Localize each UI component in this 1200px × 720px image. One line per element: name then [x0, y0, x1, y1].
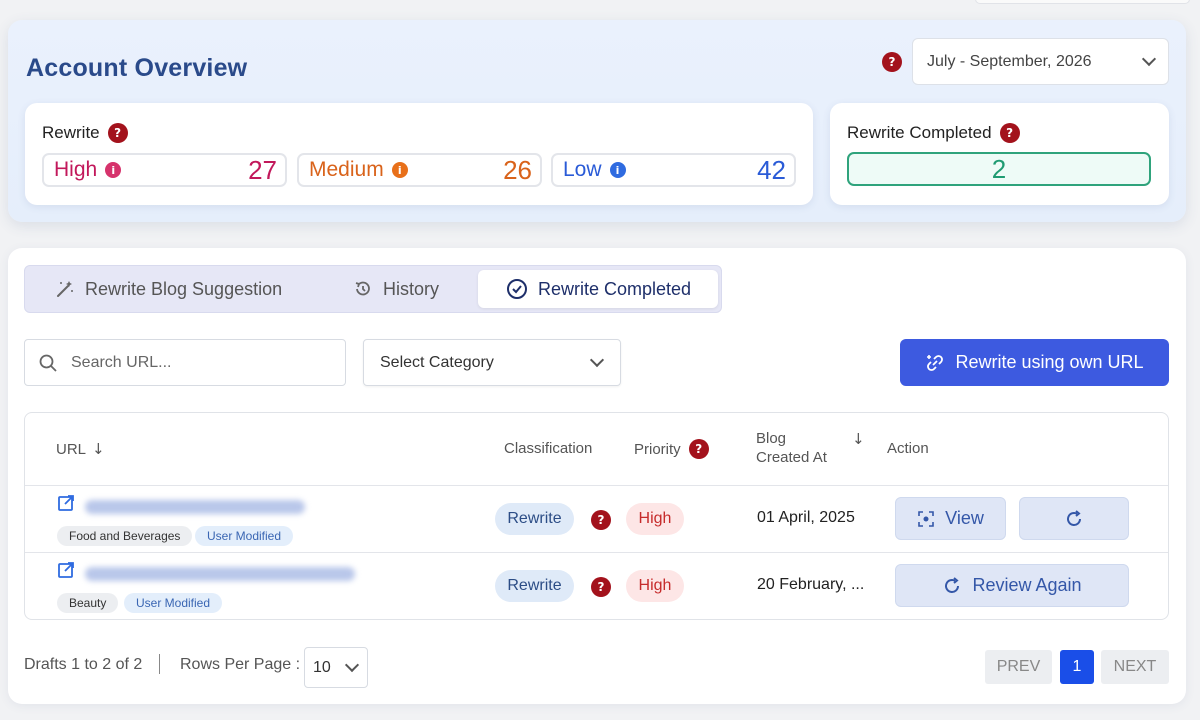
tab-history[interactable]: History	[341, 270, 451, 308]
priority-pill: High	[626, 503, 684, 535]
medium-count-stat: Medium i 26	[297, 153, 542, 187]
rewrite-card-title: Rewrite	[42, 123, 100, 142]
search-icon	[39, 354, 57, 372]
rewrite-summary-card: Rewrite ? High i 27 Medium i 26 Low i 42	[25, 103, 813, 205]
prev-page-button[interactable]: PREV	[985, 650, 1052, 684]
tab-label: History	[383, 278, 440, 299]
priority-pill: High	[626, 570, 684, 602]
search-url-input[interactable]	[71, 353, 311, 372]
table-row: Food and Beverages User Modified Rewrite…	[25, 485, 1168, 552]
category-select[interactable]: Select Category	[363, 339, 621, 386]
question-badge-icon[interactable]: ?	[688, 439, 709, 459]
refresh-icon	[945, 576, 960, 593]
link-plus-icon	[927, 354, 944, 371]
low-count: 42	[757, 154, 786, 185]
tab-label: Rewrite Completed	[538, 278, 692, 299]
url-redacted[interactable]	[85, 500, 305, 514]
chevron-down-icon	[589, 352, 605, 368]
classification-header-label: Classification	[504, 440, 593, 457]
info-icon[interactable]: i	[391, 162, 408, 178]
history-clock-icon	[355, 281, 370, 296]
priority-header-label: Priority	[634, 440, 681, 458]
created-column-header[interactable]: Blog Created At	[756, 430, 827, 466]
tab-label: Rewrite Blog Suggestion	[85, 278, 283, 299]
low-count-stat: Low i 42	[551, 153, 796, 187]
account-overview-panel: Account Overview ? July - September, 202…	[8, 20, 1186, 222]
rows-per-page-label: Rows Per Page :	[180, 656, 301, 673]
tab-rewrite-blog-suggestion[interactable]: Rewrite Blog Suggestion	[43, 270, 294, 308]
high-label: High	[54, 158, 98, 181]
classification-column-header: Classification	[504, 440, 592, 457]
rows-per-page-value: 10	[313, 658, 331, 676]
category-chip: Beauty	[57, 593, 119, 613]
action-column-header: Action	[887, 440, 929, 457]
url-header-label: URL	[56, 440, 87, 458]
rows-per-page-select[interactable]: 10	[304, 647, 368, 688]
tab-rewrite-completed[interactable]: Rewrite Completed	[478, 270, 718, 308]
sort-arrow-icon: ↓	[92, 440, 105, 458]
url-column-header[interactable]: URL ↓	[56, 440, 105, 458]
next-page-button[interactable]: NEXT	[1101, 650, 1169, 684]
high-count: 27	[248, 154, 277, 185]
created-header-line2: Created At	[756, 449, 827, 466]
category-select-value: Select Category	[380, 353, 494, 371]
question-badge-icon[interactable]: ?	[999, 123, 1020, 143]
question-badge-icon[interactable]: ?	[591, 577, 611, 597]
completed-count: 2	[847, 152, 1151, 186]
rewrite-completed-table: URL ↓ Classification Priority ? Blog Cre…	[24, 412, 1169, 620]
magic-wand-icon	[57, 281, 73, 297]
priority-column-header: Priority ?	[634, 439, 709, 459]
account-overview-title: Account Overview	[26, 54, 248, 82]
rewrite-completed-card: Rewrite Completed ? 2	[830, 103, 1169, 205]
review-again-label: Review Again	[972, 575, 1082, 595]
action-header-label: Action	[887, 440, 929, 457]
medium-count: 26	[503, 154, 532, 185]
search-url-field[interactable]	[24, 339, 346, 386]
rewrite-own-url-button[interactable]: Rewrite using own URL	[900, 339, 1169, 386]
user-modified-chip: User Modified	[195, 526, 294, 546]
high-count-stat: High i 27	[42, 153, 287, 187]
review-again-button[interactable]: Review Again	[895, 564, 1129, 607]
user-modified-chip: User Modified	[124, 593, 223, 613]
external-link-icon[interactable]	[57, 561, 75, 579]
refresh-button[interactable]	[1019, 497, 1129, 540]
question-badge-icon[interactable]: ?	[591, 510, 611, 530]
classification-pill: Rewrite	[495, 503, 574, 535]
own-url-label: Rewrite using own URL	[955, 352, 1144, 372]
info-icon[interactable]: i	[609, 162, 626, 178]
external-link-icon[interactable]	[57, 494, 75, 512]
category-chip: Food and Beverages	[57, 526, 193, 546]
date-range-value: July - September, 2026	[927, 52, 1092, 70]
drafts-summary: Drafts 1 to 2 of 2	[24, 656, 143, 673]
created-date: 01 April, 2025	[757, 509, 855, 526]
footer-divider	[159, 654, 160, 674]
view-focus-icon	[918, 510, 934, 527]
chevron-down-icon	[344, 657, 360, 673]
sort-arrow-icon[interactable]: ↓	[852, 430, 865, 448]
low-label: Low	[563, 158, 602, 181]
top-partial-control	[975, 0, 1190, 4]
view-button[interactable]: View	[895, 497, 1006, 540]
table-row: Beauty User Modified Rewrite ? High 20 F…	[25, 552, 1168, 619]
date-range-select[interactable]: July - September, 2026	[912, 38, 1169, 85]
question-badge-icon[interactable]: ?	[882, 52, 902, 72]
view-label: View	[945, 508, 984, 528]
chevron-down-icon	[1141, 51, 1157, 67]
completed-card-label: Rewrite Completed ?	[847, 123, 1020, 143]
question-badge-icon[interactable]: ?	[107, 123, 128, 143]
refresh-icon	[1067, 509, 1081, 526]
medium-label: Medium	[309, 158, 384, 181]
created-date: 20 February, ...	[757, 576, 865, 593]
info-icon[interactable]: i	[105, 162, 122, 178]
page-1-button[interactable]: 1	[1060, 650, 1094, 684]
rewrite-card-label: Rewrite ?	[42, 123, 128, 143]
created-header-line1: Blog	[756, 430, 787, 447]
classification-pill: Rewrite	[495, 570, 574, 602]
check-circle-icon	[507, 279, 527, 299]
url-redacted[interactable]	[85, 567, 355, 581]
rewrite-main-panel: Rewrite Blog Suggestion History Rewrite …	[8, 248, 1186, 704]
completed-card-title: Rewrite Completed	[847, 123, 992, 142]
tab-bar: Rewrite Blog Suggestion History Rewrite …	[24, 265, 722, 313]
